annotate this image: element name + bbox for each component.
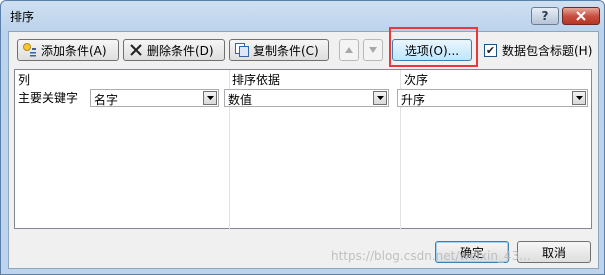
options-button[interactable]: 选项(O)... xyxy=(392,39,472,61)
copy-level-label: 复制条件(C) xyxy=(253,43,319,58)
copy-icon xyxy=(234,42,250,58)
options-label: 选项(O)... xyxy=(404,43,460,58)
add-level-label: 添加条件(A) xyxy=(41,43,107,58)
arrow-up-icon xyxy=(345,47,353,53)
delete-level-button[interactable]: 删除条件(D) xyxy=(123,39,225,61)
chevron-down-icon[interactable] xyxy=(203,91,217,105)
help-button[interactable]: ? xyxy=(531,7,559,25)
dialog-client: 添加条件(A) 删除条件(D) 复制条件(C) 选项(O)... ✔ 数据包含标… xyxy=(8,27,599,269)
order-select-value: 升序 xyxy=(401,93,426,107)
sort-levels-grid: 列 排序依据 次序 主要关键字 名字 数值 升序 xyxy=(14,69,592,230)
header-sort-on: 排序依据 xyxy=(232,73,281,87)
check-icon: ✔ xyxy=(485,44,496,57)
header-order: 次序 xyxy=(404,73,429,87)
chevron-down-icon[interactable] xyxy=(572,91,586,105)
chevron-down-icon[interactable] xyxy=(373,91,387,105)
order-select[interactable]: 升序 xyxy=(397,89,588,107)
header-checkbox-label: 数据包含标题(H) xyxy=(502,44,593,58)
grid-header: 列 排序依据 次序 xyxy=(15,70,591,87)
sort-dialog: 排序 ? 添加条件(A) 删除条件(D) 复制条件(C) 选项(O)... ✔ … xyxy=(0,0,605,275)
header-checkbox-row[interactable]: ✔ 数据包含标题(H) xyxy=(484,42,592,59)
help-icon: ? xyxy=(541,9,549,23)
move-down-button[interactable] xyxy=(363,39,383,61)
sort-on-select-value: 数值 xyxy=(228,93,253,107)
close-icon xyxy=(576,11,586,21)
cancel-label: 取消 xyxy=(541,245,566,260)
sort-toolbar: 添加条件(A) 删除条件(D) 复制条件(C) 选项(O)... ✔ 数据包含标… xyxy=(9,27,598,68)
arrow-down-icon xyxy=(369,47,377,53)
watermark: https://blog.csdn.net/weixin_43... xyxy=(331,249,531,263)
delete-level-label: 删除条件(D) xyxy=(147,43,214,58)
column-select-value: 名字 xyxy=(94,93,119,107)
header-column: 列 xyxy=(18,73,31,87)
sort-on-select[interactable]: 数值 xyxy=(224,89,389,107)
row-label: 主要关键字 xyxy=(18,91,79,105)
add-level-icon xyxy=(22,42,38,58)
dialog-title: 排序 xyxy=(10,10,35,24)
title-bar[interactable]: 排序 ? xyxy=(1,1,604,29)
sort-level-row[interactable]: 主要关键字 名字 数值 升序 xyxy=(15,87,591,109)
close-button[interactable] xyxy=(562,7,600,25)
column-select[interactable]: 名字 xyxy=(90,89,219,107)
move-up-button[interactable] xyxy=(339,39,359,61)
add-level-button[interactable]: 添加条件(A) xyxy=(17,39,119,61)
header-checkbox[interactable]: ✔ xyxy=(484,44,497,57)
delete-icon xyxy=(128,42,144,58)
copy-level-button[interactable]: 复制条件(C) xyxy=(229,39,329,61)
